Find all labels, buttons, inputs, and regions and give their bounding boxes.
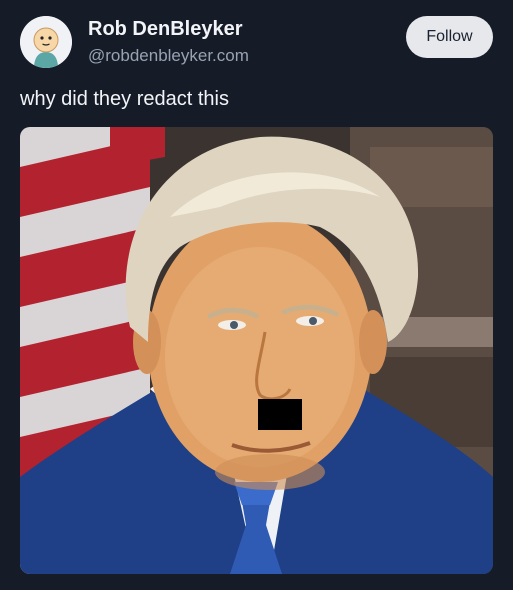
avatar-icon bbox=[20, 16, 72, 68]
avatar[interactable] bbox=[20, 16, 72, 68]
follow-button[interactable]: Follow bbox=[406, 16, 493, 58]
portrait-photo-icon bbox=[20, 127, 493, 574]
author-name[interactable]: Rob DenBleyker bbox=[88, 18, 243, 41]
post-image[interactable] bbox=[20, 127, 493, 574]
author-handle[interactable]: @robdenbleyker.com bbox=[88, 46, 249, 66]
redaction-bar bbox=[258, 399, 302, 430]
post-card: Rob DenBleyker @robdenbleyker.com Follow… bbox=[0, 0, 513, 590]
post-text: why did they redact this bbox=[20, 88, 229, 110]
